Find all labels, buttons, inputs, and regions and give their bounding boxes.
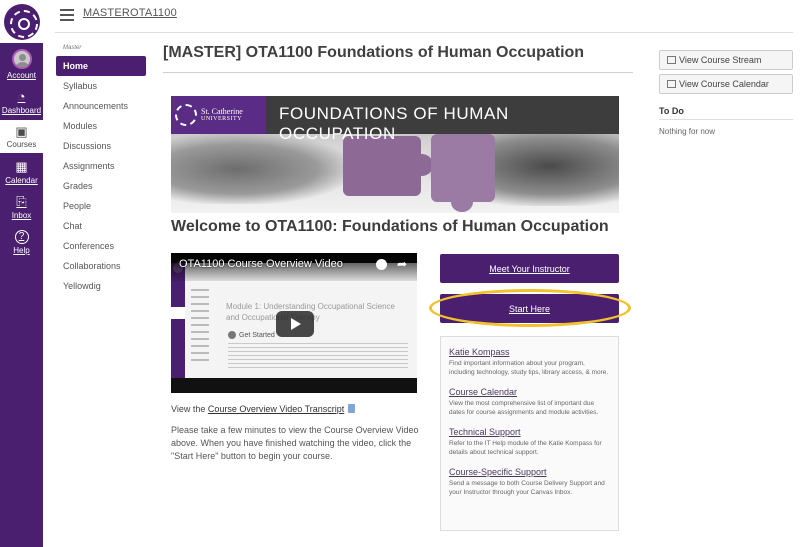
puzzle-piece-icon <box>431 134 495 212</box>
resource-description: View the most comprehensive list of impo… <box>449 400 599 416</box>
university-name-line2: UNIVERSITY <box>201 116 242 122</box>
global-nav-help[interactable]: ? Help <box>0 226 43 258</box>
course-nav-modules[interactable]: Modules <box>56 116 146 136</box>
page-title: [MASTER] OTA1100 Foundations of Human Oc… <box>163 44 585 61</box>
get-started-icon <box>228 331 236 339</box>
inbox-icon: ⎘ <box>16 194 27 209</box>
play-button-icon[interactable] <box>276 311 314 337</box>
preview-active-item <box>171 307 185 319</box>
global-nav-dashboard[interactable]: ◔ Dashboard <box>0 85 43 119</box>
course-nav-assignments[interactable]: Assignments <box>56 156 146 176</box>
global-nav-label: Account <box>7 70 36 80</box>
global-nav-inbox[interactable]: ⎘ Inbox <box>0 191 43 223</box>
course-specific-support-link[interactable]: Course-Specific Support <box>449 467 610 477</box>
course-nav-syllabus[interactable]: Syllabus <box>56 76 146 96</box>
calendar-icon: ▦ <box>15 159 28 174</box>
title-divider <box>163 72 633 73</box>
course-nav: Master Home Syllabus Announcements Modul… <box>56 45 146 296</box>
resource-item: Course-Specific Support Send a message t… <box>449 467 610 497</box>
transcript-link[interactable]: Course Overview Video Transcript <box>208 404 344 414</box>
todo-empty-text: Nothing for now <box>659 127 716 136</box>
dashboard-icon: ◔ <box>17 89 26 104</box>
course-nav-subtitle: Master <box>63 45 82 51</box>
puzzle-piece-icon <box>343 136 433 196</box>
global-nav-label: Inbox <box>11 210 32 220</box>
course-nav-conferences[interactable]: Conferences <box>56 236 146 256</box>
todo-divider <box>659 119 793 120</box>
course-banner: St. Catherine UNIVERSITY FOUNDATIONS OF … <box>171 96 619 213</box>
share-icon[interactable]: ➦ <box>397 257 407 271</box>
global-nav-calendar[interactable]: ▦ Calendar <box>0 156 43 188</box>
transcript-prefix: View the <box>171 404 208 414</box>
view-course-calendar-button[interactable]: View Course Calendar <box>659 74 793 94</box>
global-nav-label: Courses <box>6 140 37 149</box>
stream-icon <box>667 56 676 64</box>
breadcrumb-course[interactable]: MASTEROTA1100 <box>83 7 177 19</box>
welcome-heading: Welcome to OTA1100: Foundations of Human… <box>171 218 609 235</box>
global-nav-label: Help <box>13 245 30 255</box>
course-nav-discussions[interactable]: Discussions <box>56 136 146 156</box>
technical-support-link[interactable]: Technical Support <box>449 427 610 437</box>
courses-icon: ▣ <box>15 123 28 139</box>
resource-item: Technical Support Refer to the IT Help m… <box>449 427 610 457</box>
university-brand: St. Catherine UNIVERSITY <box>171 96 266 134</box>
top-bar: MASTEROTA1100 <box>43 0 800 33</box>
course-overview-video[interactable]: Module 1: Understanding Occupational Sci… <box>171 253 417 393</box>
global-nav: Account ◔ Dashboard ▣ Courses ▦ Calendar… <box>0 0 43 547</box>
banner-hand-left <box>171 134 351 204</box>
course-nav-people[interactable]: People <box>56 196 146 216</box>
katie-kompass-link[interactable]: Katie Kompass <box>449 347 610 357</box>
course-nav-announcements[interactable]: Announcements <box>56 96 146 116</box>
course-nav-chat[interactable]: Chat <box>56 216 146 236</box>
document-icon <box>348 404 356 413</box>
get-started-text: Get Started <box>239 331 275 339</box>
resource-description: Send a message to both Course Delivery S… <box>449 480 605 496</box>
video-title: OTA1100 Course Overview Video <box>179 258 343 270</box>
watch-later-icon[interactable] <box>376 259 387 270</box>
transcript-line: View the Course Overview Video Transcrip… <box>171 404 356 414</box>
course-nav-collaborations[interactable]: Collaborations <box>56 256 146 276</box>
global-nav-account[interactable]: Account <box>0 46 43 82</box>
view-course-stream-button[interactable]: View Course Stream <box>659 50 793 70</box>
logo-wheel-icon <box>3 3 40 40</box>
university-name-line1: St. Catherine <box>201 107 243 116</box>
global-nav-label: Calendar <box>5 175 38 185</box>
resource-item: Course Calendar View the most comprehens… <box>449 387 610 417</box>
meet-instructor-button[interactable]: Meet Your Instructor <box>440 254 619 283</box>
header-divider <box>55 32 793 33</box>
course-nav-grades[interactable]: Grades <box>56 176 146 196</box>
university-seal-icon <box>175 104 197 126</box>
global-nav-label: Dashboard <box>1 105 42 115</box>
resource-item: Katie Kompass Find important information… <box>449 347 610 377</box>
university-name: St. Catherine UNIVERSITY <box>201 107 243 123</box>
start-here-button[interactable]: Start Here <box>440 294 619 323</box>
instructions-text: Please take a few minutes to view the Co… <box>171 425 419 461</box>
video-preview-text <box>228 343 408 371</box>
avatar-icon <box>11 48 32 69</box>
course-calendar-link[interactable]: Course Calendar <box>449 387 610 397</box>
banner-title: FOUNDATIONS OF HUMAN OCCUPATION <box>279 104 509 143</box>
video-preview-links <box>191 289 221 366</box>
global-nav-courses[interactable]: ▣ Courses <box>0 120 43 153</box>
course-nav-home[interactable]: Home <box>56 56 146 76</box>
video-inner-subheading: Get Started <box>228 331 275 339</box>
calendar-icon <box>667 80 676 88</box>
course-nav-yellowdig[interactable]: Yellowdig <box>56 276 146 296</box>
resources-box: Katie Kompass Find important information… <box>440 336 619 531</box>
todo-heading: To Do <box>659 106 684 116</box>
resource-description: Find important information about your pr… <box>449 360 609 376</box>
resource-description: Refer to the IT Help module of the Katie… <box>449 440 602 456</box>
hamburger-menu-icon[interactable] <box>60 9 74 21</box>
view-course-calendar-label: View Course Calendar <box>679 79 769 89</box>
help-icon: ? <box>14 229 29 244</box>
view-course-stream-label: View Course Stream <box>679 55 762 65</box>
university-logo[interactable] <box>0 0 43 43</box>
